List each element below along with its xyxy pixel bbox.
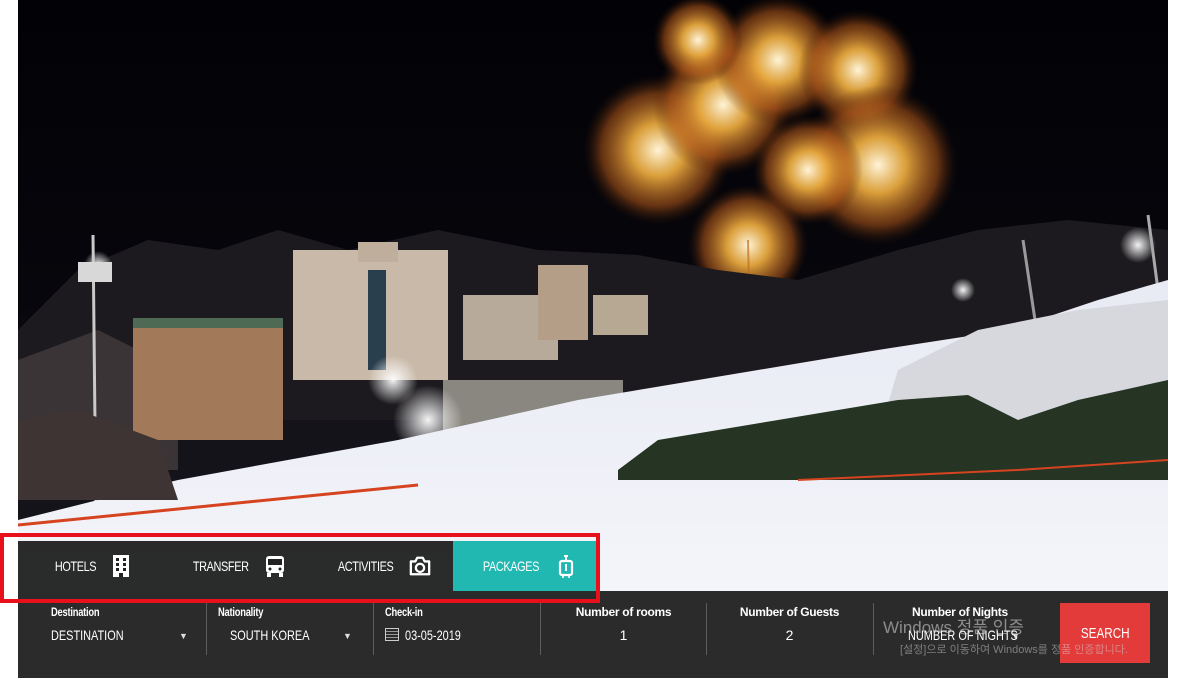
nationality-field[interactable]: Nationality SOUTH KOREA ▼: [218, 591, 358, 678]
chevron-down-icon: ▼: [343, 631, 352, 641]
calendar-icon: [385, 628, 399, 641]
highlight-frame: [0, 533, 600, 603]
rooms-label: Number of rooms: [575, 605, 672, 619]
guests-label: Number of Guests: [739, 605, 840, 619]
windows-activation-subtext: [설정]으로 이동하여 Windows를 정품 인증합니다.: [900, 644, 1128, 656]
windows-activation-watermark: Windows 정품 인증: [883, 618, 1024, 637]
chevron-down-icon: ▼: [179, 631, 188, 641]
page-bottom-strip: [0, 678, 1178, 690]
checkin-field[interactable]: Check-in 03-05-2019: [385, 591, 535, 678]
nationality-value: SOUTH KOREA: [230, 627, 310, 643]
checkin-label: Check-in: [385, 605, 423, 619]
divider: [373, 603, 374, 655]
destination-label: Destination: [51, 605, 100, 619]
checkin-value: 03-05-2019: [385, 627, 477, 643]
guests-field[interactable]: Number of Guests 2: [707, 591, 872, 678]
rooms-field[interactable]: Number of rooms 1: [541, 591, 706, 678]
rooms-value: 1: [619, 627, 628, 643]
destination-field[interactable]: Destination DESTINATION ▼: [51, 591, 191, 678]
divider: [206, 603, 207, 655]
divider: [873, 603, 874, 655]
destination-value: DESTINATION: [51, 627, 124, 643]
nationality-label: Nationality: [218, 605, 264, 619]
guests-value: 2: [785, 627, 794, 643]
